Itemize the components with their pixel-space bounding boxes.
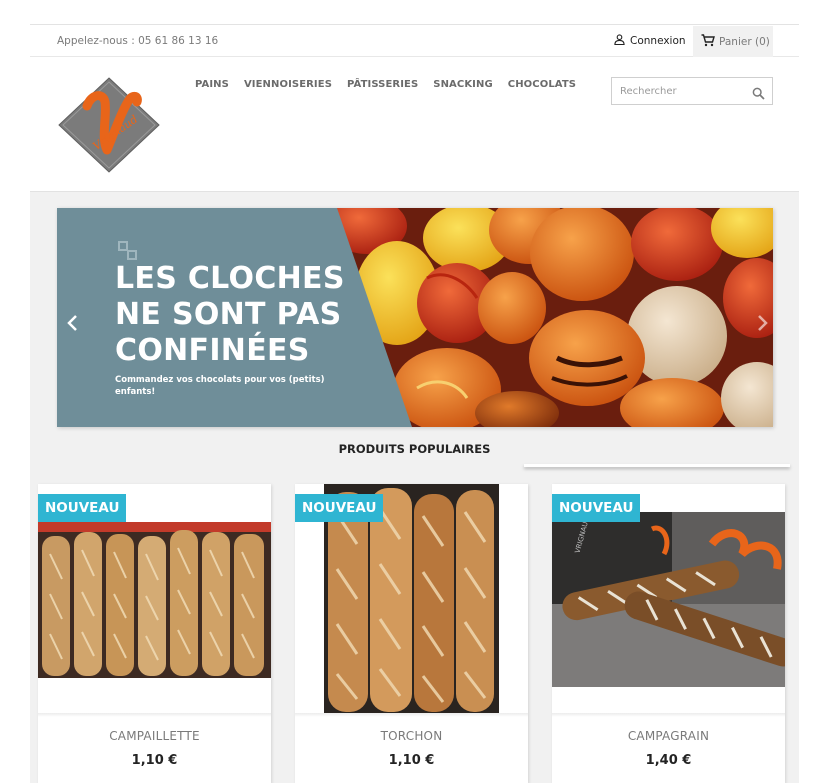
search-input[interactable] <box>612 78 742 104</box>
section-underline <box>524 464 790 467</box>
search-box <box>611 77 773 105</box>
logo[interactable]: Vrignaud <box>57 76 161 174</box>
header: Vrignaud PAINS VIENNOISERIES PÂTISSERIES… <box>30 57 799 191</box>
nav-item-snacking[interactable]: SNACKING <box>433 79 493 90</box>
nav-item-chocolats[interactable]: CHOCOLATS <box>508 79 576 90</box>
card-divider <box>295 713 528 717</box>
contact-phone: Appelez-nous : 05 61 86 13 16 <box>57 35 219 47</box>
product-price: 1,10 € <box>131 753 178 768</box>
login-label: Connexion <box>630 35 686 47</box>
product-price: 1,40 € <box>645 753 692 768</box>
product-price: 1,10 € <box>388 753 435 768</box>
nav-item-pains[interactable]: PAINS <box>195 79 229 90</box>
slide-subtitle: Commandez vos chocolats pour vos (petits… <box>115 375 325 397</box>
page: Appelez-nous : 05 61 86 13 16 Connexion … <box>30 24 799 783</box>
card-divider <box>552 713 785 717</box>
user-icon <box>614 34 625 48</box>
hero-slider[interactable]: LES CLOCHES NE SONT PAS CONFINÉES Comman… <box>57 208 773 427</box>
new-badge: NOUVEAU <box>552 494 641 522</box>
slide-title: LES CLOCHES NE SONT PAS CONFINÉES <box>115 261 345 368</box>
logo-mark: Vrignaud <box>58 77 160 173</box>
new-badge: NOUVEAU <box>295 494 384 522</box>
slide-caption: LES CLOCHES NE SONT PAS CONFINÉES Comman… <box>115 261 405 398</box>
search-icon[interactable] <box>752 85 765 104</box>
product-card-campagrain[interactable]: VRIGNAUD NOUVEAU CAMPAGRAIN 1,40 € <box>552 484 785 783</box>
shopping-cart-icon <box>701 33 715 50</box>
main-content: LES CLOCHES NE SONT PAS CONFINÉES Comman… <box>30 191 799 783</box>
chevron-right-icon[interactable] <box>754 313 770 333</box>
section-title-text: PRODUITS POPULAIRES <box>338 442 491 456</box>
nav-item-viennoiseries[interactable]: VIENNOISERIES <box>244 79 332 90</box>
card-divider <box>38 713 271 717</box>
main-nav: PAINS VIENNOISERIES PÂTISSERIES SNACKING… <box>195 79 591 90</box>
top-bar: Appelez-nous : 05 61 86 13 16 Connexion … <box>30 24 799 57</box>
product-card-torchon[interactable]: NOUVEAU TORCHON 1,10 € <box>295 484 528 783</box>
nav-item-patisseries[interactable]: PÂTISSERIES <box>347 79 418 90</box>
product-name[interactable]: CAMPAILLETTE <box>38 729 271 743</box>
cart-link[interactable]: Panier (0) <box>693 26 773 57</box>
product-card-campaillette[interactable]: NOUVEAU CAMPAILLETTE 1,10 € <box>38 484 271 783</box>
section-title: PRODUITS POPULAIRES <box>30 442 799 456</box>
login-link[interactable]: Connexion <box>614 34 686 48</box>
product-name[interactable]: TORCHON <box>295 729 528 743</box>
chevron-left-icon[interactable] <box>65 313 81 333</box>
cart-label: Panier (0) <box>719 35 770 48</box>
product-name[interactable]: CAMPAGRAIN <box>552 729 785 743</box>
new-badge: NOUVEAU <box>38 494 127 522</box>
